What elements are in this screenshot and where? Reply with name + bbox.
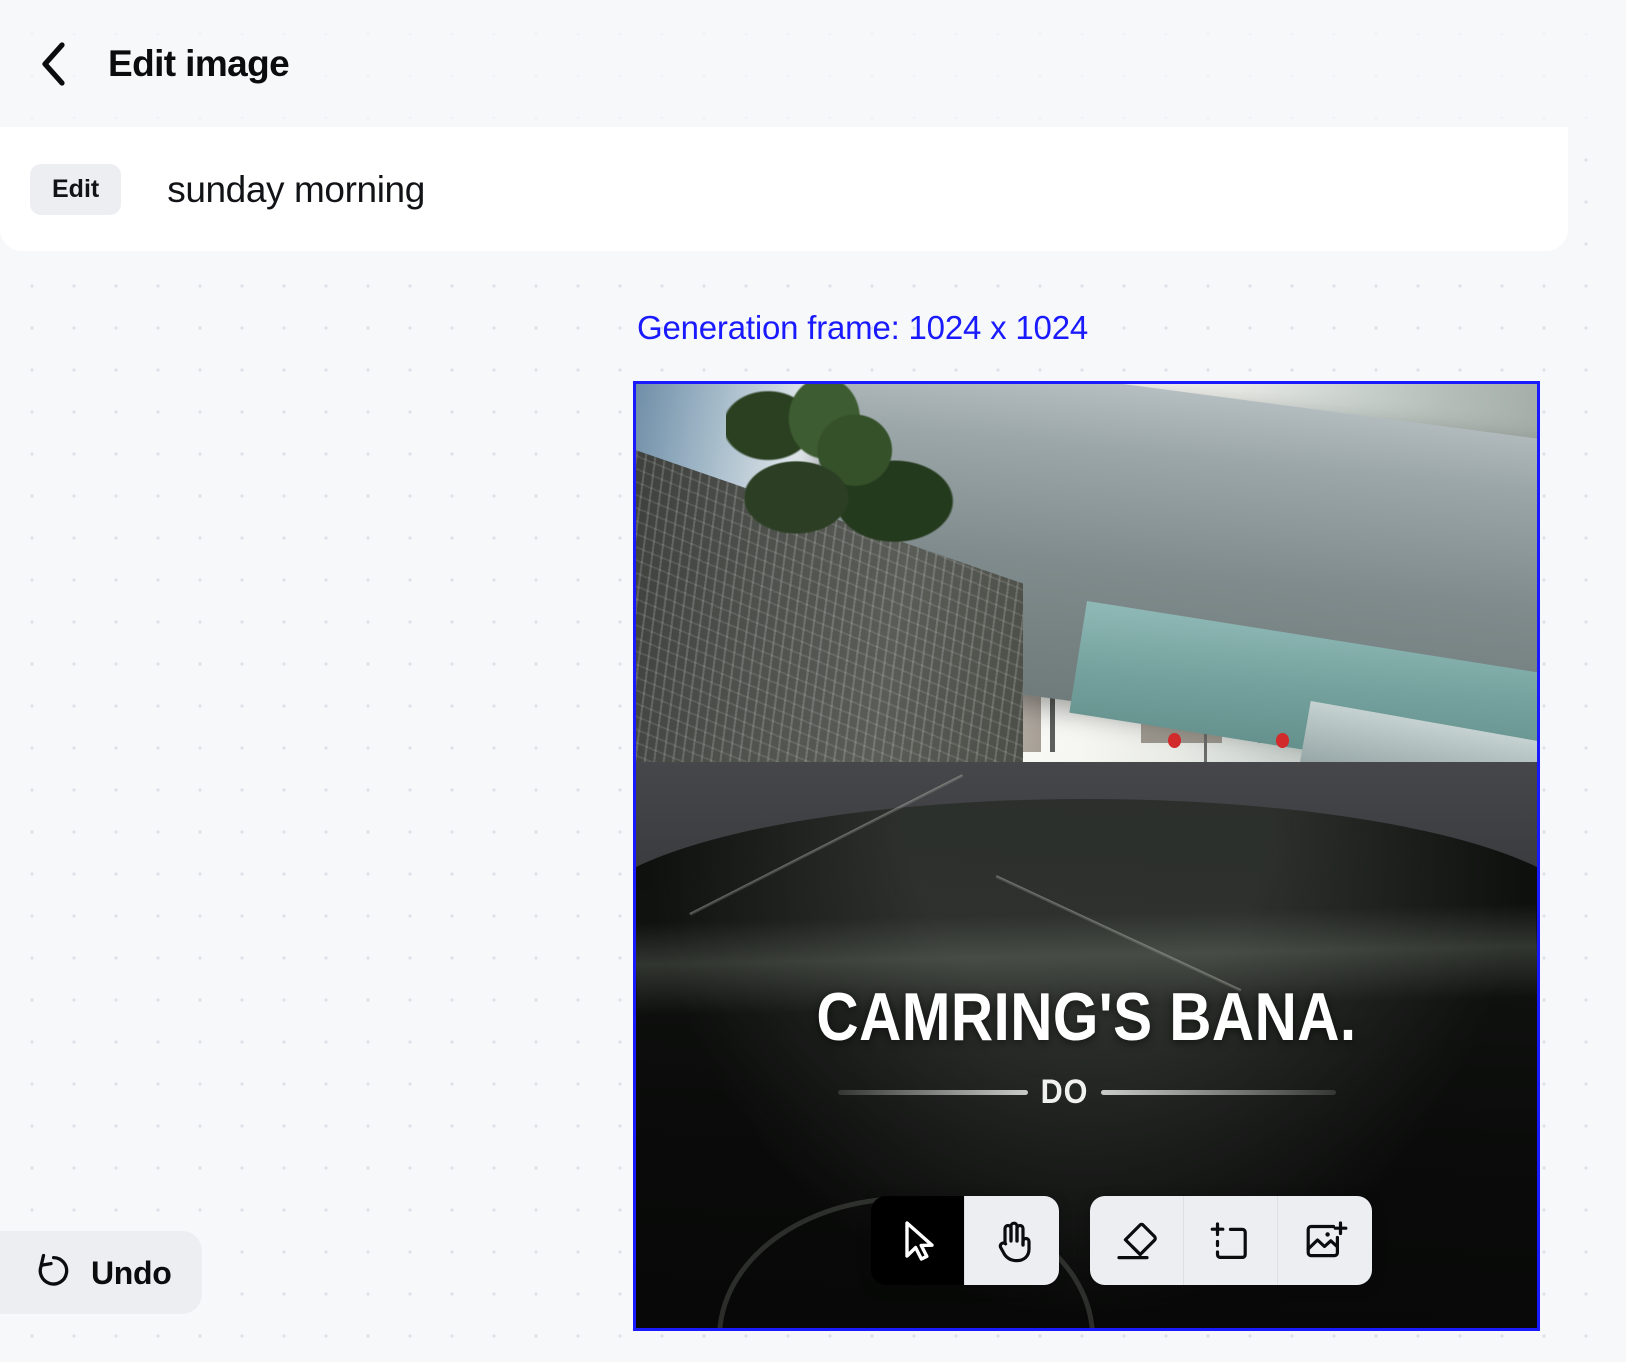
image-subcaption-text: DO	[1040, 1075, 1088, 1109]
image-caption-text: CAMRING'S BANA.	[699, 983, 1474, 1051]
generation-frame[interactable]: CAMRING'S BANA. DO	[633, 381, 1540, 1331]
edit-tool-group	[1090, 1196, 1372, 1285]
eraser-tool-button[interactable]	[1090, 1196, 1184, 1285]
add-image-tool-button[interactable]	[1278, 1196, 1372, 1285]
page-title: Edit image	[108, 45, 289, 82]
prompt-bar: Edit sunday morning	[0, 127, 1568, 251]
hand-icon	[991, 1219, 1033, 1263]
prompt-input[interactable]: sunday morning	[167, 171, 425, 208]
pan-tool-button[interactable]	[965, 1196, 1059, 1285]
edit-image-screen: Edit image Edit sunday morning Generatio…	[0, 0, 1626, 1362]
image-subcaption-row: DO	[636, 1075, 1537, 1109]
back-button[interactable]	[26, 36, 82, 92]
add-frame-tool-button[interactable]	[1184, 1196, 1278, 1285]
undo-arrow-icon	[34, 1250, 72, 1295]
top-bar: Edit image	[0, 0, 1626, 127]
generated-image[interactable]: CAMRING'S BANA. DO	[636, 384, 1537, 1328]
caption-rule-left	[838, 1090, 1028, 1095]
generation-frame-label[interactable]: Generation frame: 1024 x 1024	[637, 311, 1088, 344]
undo-button[interactable]: Undo	[0, 1231, 202, 1314]
chevron-left-icon	[37, 41, 71, 87]
cursor-arrow-icon	[898, 1219, 938, 1263]
caption-rule-right	[1101, 1090, 1336, 1095]
eraser-icon	[1114, 1219, 1160, 1263]
add-frame-icon	[1209, 1219, 1253, 1263]
edit-mode-chip[interactable]: Edit	[30, 164, 121, 215]
select-tool-button[interactable]	[871, 1196, 965, 1285]
pointer-tool-group	[871, 1196, 1059, 1285]
add-image-icon	[1302, 1219, 1348, 1263]
tree-foliage-left	[726, 384, 960, 573]
canvas-toolbar	[871, 1196, 1372, 1285]
undo-label: Undo	[91, 1257, 172, 1289]
image-scene	[636, 384, 1537, 1328]
